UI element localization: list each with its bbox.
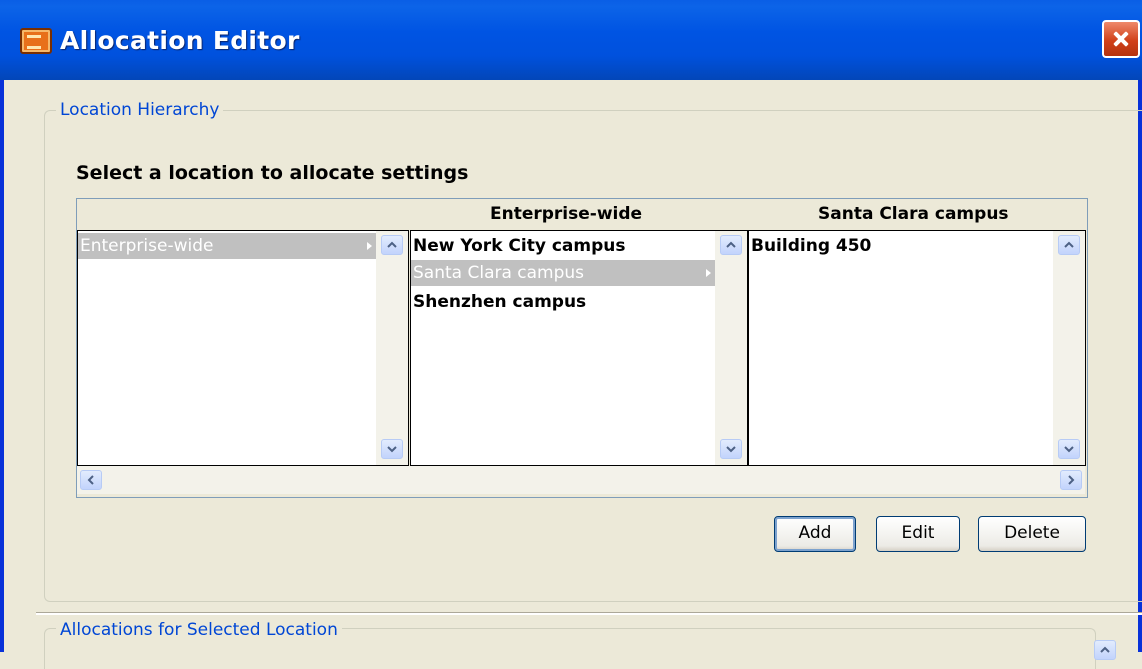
chevron-right-icon bbox=[1068, 475, 1075, 485]
allocations-legend: Allocations for Selected Location bbox=[56, 620, 342, 640]
chevron-down-icon bbox=[1064, 446, 1074, 453]
chevron-up-icon bbox=[726, 241, 736, 248]
list-item-label: Enterprise-wide bbox=[80, 236, 214, 256]
list-item-label: Shenzhen campus bbox=[413, 292, 587, 312]
location-column-1[interactable]: Enterprise-wide bbox=[77, 230, 409, 466]
list-item-new-york[interactable]: New York City campus bbox=[411, 233, 715, 259]
title-bar[interactable]: Allocation Editor bbox=[0, 0, 1142, 80]
column-1-vertical-scrollbar[interactable] bbox=[376, 231, 408, 465]
scroll-up-button[interactable] bbox=[720, 235, 742, 255]
expand-arrow-icon bbox=[706, 269, 711, 277]
location-hierarchy-legend: Location Hierarchy bbox=[56, 100, 224, 120]
chevron-up-icon bbox=[387, 241, 397, 248]
delete-button[interactable]: Delete bbox=[978, 516, 1086, 552]
scroll-left-button[interactable] bbox=[80, 470, 102, 490]
list-item-label: Building 450 bbox=[751, 236, 872, 256]
column-header-enterprise-wide: Enterprise-wide bbox=[490, 204, 643, 224]
location-column-2[interactable]: New York City campus Santa Clara campus … bbox=[410, 230, 748, 466]
allocations-scroll-up-button[interactable] bbox=[1094, 640, 1116, 660]
close-button[interactable] bbox=[1102, 20, 1140, 58]
select-location-prompt: Select a location to allocate settings bbox=[76, 162, 469, 184]
scroll-up-button[interactable] bbox=[381, 235, 403, 255]
scroll-down-button[interactable] bbox=[720, 439, 742, 459]
browser-horizontal-scrollbar[interactable] bbox=[77, 466, 1085, 494]
scroll-right-button[interactable] bbox=[1060, 470, 1082, 490]
edit-button[interactable]: Edit bbox=[876, 516, 960, 552]
column-header-santa-clara: Santa Clara campus bbox=[818, 204, 1009, 224]
list-item-santa-clara[interactable]: Santa Clara campus bbox=[411, 260, 715, 286]
expand-arrow-icon bbox=[367, 242, 372, 250]
list-item-enterprise-wide[interactable]: Enterprise-wide bbox=[78, 233, 376, 259]
app-icon bbox=[20, 28, 52, 54]
add-button[interactable]: Add bbox=[774, 516, 856, 552]
window-frame-left bbox=[0, 80, 4, 652]
list-item-label: New York City campus bbox=[413, 236, 626, 256]
chevron-left-icon bbox=[87, 475, 94, 485]
chevron-down-icon bbox=[726, 446, 736, 453]
column-3-vertical-scrollbar[interactable] bbox=[1053, 231, 1085, 465]
scroll-up-button[interactable] bbox=[1058, 235, 1080, 255]
column-2-vertical-scrollbar[interactable] bbox=[715, 231, 747, 465]
scroll-down-button[interactable] bbox=[381, 439, 403, 459]
window-title: Allocation Editor bbox=[60, 26, 300, 55]
location-column-3[interactable]: Building 450 bbox=[748, 230, 1086, 466]
chevron-up-icon bbox=[1064, 241, 1074, 248]
chevron-down-icon bbox=[387, 446, 397, 453]
list-item-shenzhen[interactable]: Shenzhen campus bbox=[411, 289, 715, 315]
list-item-label: Santa Clara campus bbox=[413, 263, 585, 283]
list-item-building-450[interactable]: Building 450 bbox=[749, 233, 1053, 259]
chevron-up-icon bbox=[1100, 646, 1110, 653]
panel-divider bbox=[36, 612, 1142, 615]
scroll-down-button[interactable] bbox=[1058, 439, 1080, 459]
